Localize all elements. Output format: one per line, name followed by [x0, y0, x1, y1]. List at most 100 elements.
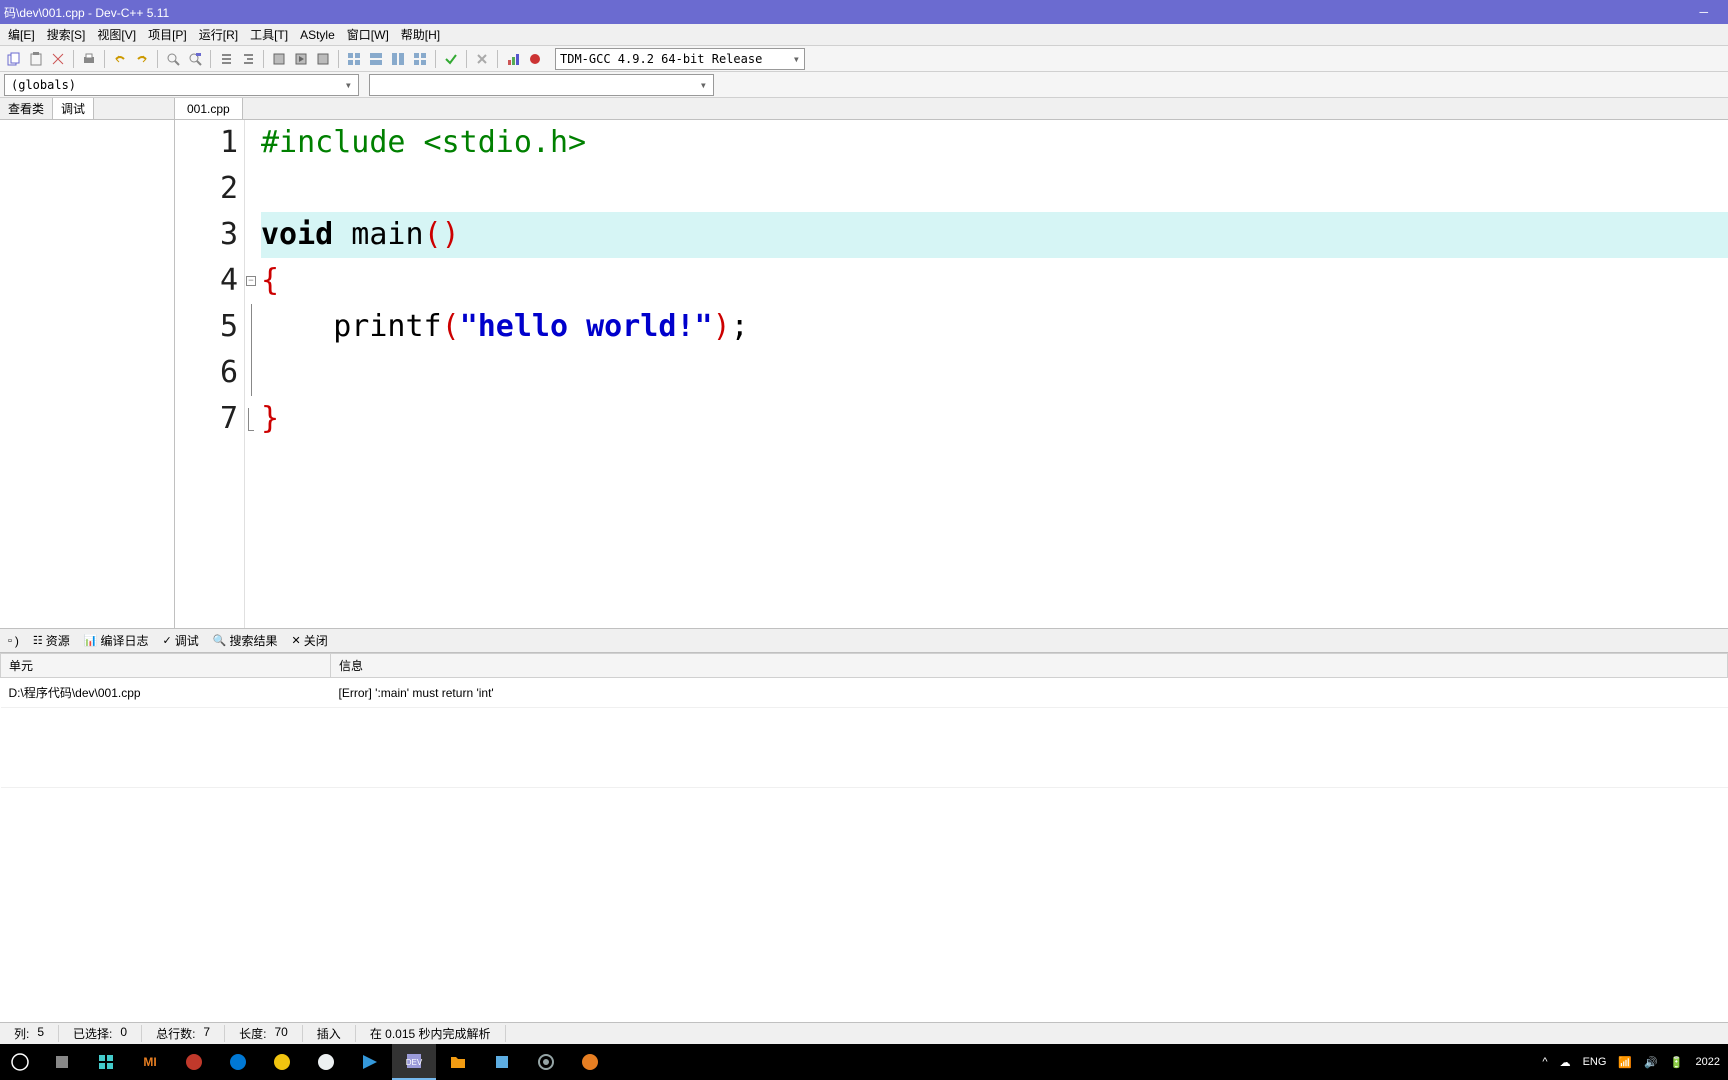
bottom-tab-generic[interactable]: ▫): [2, 632, 25, 650]
task-item[interactable]: [480, 1044, 524, 1080]
status-len-label: 长度:: [239, 1025, 266, 1042]
compiler-value: TDM-GCC 4.9.2 64-bit Release: [560, 52, 762, 66]
code-token: ;: [731, 309, 749, 344]
task-item-settings[interactable]: [524, 1044, 568, 1080]
bottom-tab-resources[interactable]: ☷资源: [27, 630, 76, 651]
menu-astyle[interactable]: AStyle: [294, 26, 341, 44]
compile-run-button[interactable]: [313, 49, 333, 69]
grid1-button[interactable]: [344, 49, 364, 69]
grid4-button[interactable]: [410, 49, 430, 69]
task-item-devcpp[interactable]: DEV: [392, 1044, 436, 1080]
status-sel-value: 0: [120, 1025, 127, 1042]
tray-battery-icon[interactable]: 🔋: [1670, 1056, 1684, 1069]
line-number: 4: [175, 258, 238, 304]
check-button[interactable]: [441, 49, 461, 69]
fold-toggle-icon[interactable]: −: [246, 276, 256, 286]
cancel-button[interactable]: [472, 49, 492, 69]
chevron-down-icon: ▾: [700, 78, 707, 92]
unindent-button[interactable]: [216, 49, 236, 69]
undo-button[interactable]: [110, 49, 130, 69]
code-token: (: [442, 309, 460, 344]
replace-button[interactable]: [185, 49, 205, 69]
tray-chevron-icon[interactable]: ^: [1542, 1056, 1547, 1068]
code-token: void: [261, 217, 333, 252]
task-item[interactable]: MI: [128, 1044, 172, 1080]
scope-selector[interactable]: (globals) ▾: [4, 74, 359, 96]
chevron-down-icon: ▾: [345, 78, 352, 92]
check-icon: ✓: [163, 634, 172, 647]
member-selector[interactable]: ▾: [369, 74, 714, 96]
bottom-tab-searchresults[interactable]: 🔍搜索结果: [207, 630, 284, 651]
start-button[interactable]: [0, 1044, 40, 1080]
status-len-value: 70: [274, 1025, 287, 1042]
code-token: [261, 309, 333, 344]
grid3-button[interactable]: [388, 49, 408, 69]
error-table: 单元 信息 D:\程序代码\dev\001.cpp [Error] ':main…: [0, 653, 1728, 788]
editor-tabs: 001.cpp: [175, 98, 1728, 120]
status-lines-value: 7: [203, 1025, 210, 1042]
task-item-folder[interactable]: [436, 1044, 480, 1080]
run-button[interactable]: [291, 49, 311, 69]
sidebar: 查看类 调试: [0, 98, 175, 628]
paste-button[interactable]: [26, 49, 46, 69]
redo-button[interactable]: [132, 49, 152, 69]
print-button[interactable]: [79, 49, 99, 69]
menu-window[interactable]: 窗口[W]: [341, 24, 395, 45]
task-item[interactable]: [260, 1044, 304, 1080]
tray-ime[interactable]: ENG: [1583, 1056, 1607, 1068]
search-icon: 🔍: [213, 634, 227, 647]
bottom-tab-compilelog[interactable]: 📊编译日志: [78, 630, 155, 651]
code-content[interactable]: #include <stdio.h> void main() { printf(…: [257, 120, 1728, 628]
copy-button[interactable]: [4, 49, 24, 69]
code-token: (): [424, 217, 460, 252]
square-icon: ▫: [8, 635, 12, 647]
title-bar: 码\dev\001.cpp - Dev-C++ 5.11 ─: [0, 0, 1728, 24]
indent-button[interactable]: [238, 49, 258, 69]
cut-button[interactable]: [48, 49, 68, 69]
code-editor[interactable]: 1 2 3 4 5 6 7 − #include <stdio.h> vo: [175, 120, 1728, 628]
column-header-unit[interactable]: 单元: [1, 654, 331, 678]
grid2-button[interactable]: [366, 49, 386, 69]
tray-onedrive-icon[interactable]: ☁: [1560, 1056, 1571, 1069]
bottom-tab-debug[interactable]: ✓调试: [157, 630, 205, 651]
error-row[interactable]: D:\程序代码\dev\001.cpp [Error] ':main' must…: [1, 678, 1728, 708]
task-item[interactable]: [40, 1044, 84, 1080]
chart-button[interactable]: [503, 49, 523, 69]
compile-button[interactable]: [269, 49, 289, 69]
tray-clock[interactable]: 2022: [1696, 1056, 1720, 1068]
task-item[interactable]: [348, 1044, 392, 1080]
column-header-message[interactable]: 信息: [331, 654, 1728, 678]
sidebar-tab-classview[interactable]: 查看类: [0, 98, 53, 119]
menu-help[interactable]: 帮助[H]: [395, 24, 446, 45]
minimize-button[interactable]: ─: [1699, 5, 1708, 19]
task-item[interactable]: [568, 1044, 612, 1080]
line-number: 7: [175, 396, 238, 442]
tray-wifi-icon[interactable]: 📶: [1618, 1056, 1632, 1069]
task-item[interactable]: [172, 1044, 216, 1080]
find-button[interactable]: [163, 49, 183, 69]
chart-icon: 📊: [84, 634, 98, 647]
tray-volume-icon[interactable]: 🔊: [1644, 1056, 1658, 1069]
chevron-down-icon: ▾: [793, 52, 800, 66]
menu-tools[interactable]: 工具[T]: [244, 24, 294, 45]
menu-run[interactable]: 运行[R]: [193, 24, 244, 45]
compiler-selector[interactable]: TDM-GCC 4.9.2 64-bit Release ▾: [555, 48, 805, 70]
svg-text:DEV: DEV: [406, 1058, 423, 1067]
menu-edit[interactable]: 编[E]: [2, 24, 41, 45]
status-col-label: 列:: [14, 1025, 29, 1042]
sidebar-tabs: 查看类 调试: [0, 98, 174, 120]
editor-tab-file[interactable]: 001.cpp: [175, 98, 243, 119]
sidebar-tab-debug[interactable]: 调试: [53, 98, 94, 119]
code-token: }: [261, 401, 279, 436]
menu-search[interactable]: 搜索[S]: [41, 24, 92, 45]
menu-project[interactable]: 项目[P]: [142, 24, 193, 45]
bottom-tab-close[interactable]: ✕关闭: [285, 630, 333, 651]
bug-button[interactable]: [525, 49, 545, 69]
task-item-edge[interactable]: [216, 1044, 260, 1080]
task-item[interactable]: [304, 1044, 348, 1080]
line-number: 2: [175, 166, 238, 212]
menu-view[interactable]: 视图[V]: [91, 24, 142, 45]
toolbar: TDM-GCC 4.9.2 64-bit Release ▾: [0, 46, 1728, 72]
task-item-explorer[interactable]: [84, 1044, 128, 1080]
code-token: "hello world!": [460, 309, 713, 344]
